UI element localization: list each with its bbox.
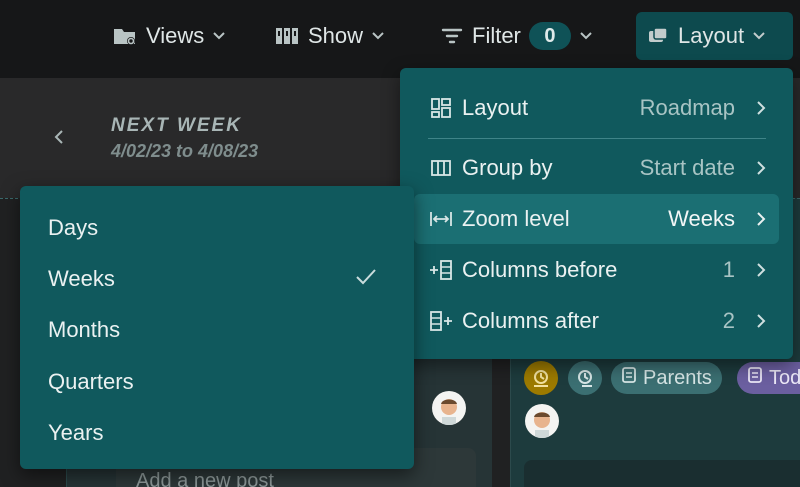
zoom-option-days[interactable]: Days xyxy=(48,215,98,241)
menu-item-group-by[interactable]: Group by Start date xyxy=(414,143,779,193)
post-card[interactable] xyxy=(524,460,800,487)
add-column-before-icon xyxy=(424,259,458,281)
menu-divider xyxy=(428,138,766,139)
chevron-right-icon xyxy=(751,100,771,116)
chevron-right-icon xyxy=(751,262,771,278)
layout-grid-icon xyxy=(424,97,458,119)
document-icon xyxy=(747,366,763,390)
show-label: Show xyxy=(308,23,364,48)
chevron-down-icon xyxy=(579,31,593,41)
views-label: Views xyxy=(146,23,205,48)
menu-item-label: Columns after xyxy=(462,308,599,333)
add-post-input[interactable]: Add a new post xyxy=(136,470,274,487)
filter-count-badge: 0 xyxy=(528,22,571,50)
layout-icon xyxy=(646,25,670,47)
todo-chip-label: Tod xyxy=(769,366,800,389)
avatar[interactable] xyxy=(432,391,466,425)
chevron-right-icon xyxy=(751,211,771,227)
menu-item-label: Group by xyxy=(462,155,553,180)
menu-item-zoom-level[interactable]: Zoom level Weeks xyxy=(414,194,779,244)
document-icon xyxy=(621,366,637,390)
parents-chip[interactable]: Parents xyxy=(611,362,722,394)
menu-item-value: Weeks xyxy=(668,206,735,231)
menu-item-label: Layout xyxy=(462,95,529,120)
parents-chip-label: Parents xyxy=(643,366,712,389)
folder-gear-icon xyxy=(112,24,138,48)
menu-item-value: 1 xyxy=(722,257,735,282)
layout-label: Layout xyxy=(678,23,745,48)
show-button[interactable]: Show xyxy=(264,12,395,60)
menu-item-value: Start date xyxy=(639,155,735,180)
add-column-after-icon xyxy=(424,310,458,332)
chevron-down-icon xyxy=(752,31,766,41)
filter-button[interactable]: Filter 0 xyxy=(430,12,603,60)
menu-item-label: Zoom level xyxy=(462,206,570,231)
zoom-option-years[interactable]: Years xyxy=(48,420,103,446)
zoom-option-weeks[interactable]: Weeks xyxy=(48,266,115,292)
checkmark-icon xyxy=(354,266,378,293)
chevron-down-icon xyxy=(212,31,226,41)
timer-start-icon[interactable] xyxy=(524,361,558,395)
chevron-down-icon xyxy=(371,31,385,41)
chevron-right-icon xyxy=(751,160,771,176)
filter-icon xyxy=(440,25,464,47)
chevron-left-icon[interactable] xyxy=(52,128,66,151)
zoom-width-icon xyxy=(424,208,458,230)
week-title: NEXT WEEK xyxy=(111,115,242,136)
todo-chip[interactable]: Tod xyxy=(737,362,800,394)
menu-item-layout[interactable]: Layout Roadmap xyxy=(414,83,779,133)
timer-end-icon[interactable] xyxy=(568,361,602,395)
menu-item-value: Roadmap xyxy=(639,95,735,120)
filter-label: Filter xyxy=(472,23,521,48)
zoom-option-months[interactable]: Months xyxy=(48,317,120,343)
menu-item-columns-after[interactable]: Columns after 2 xyxy=(414,296,779,346)
layout-button[interactable]: Layout xyxy=(636,12,793,60)
week-date-range: 4/02/23 to 4/08/23 xyxy=(111,141,259,161)
columns-icon xyxy=(424,157,458,179)
avatar[interactable] xyxy=(525,404,559,438)
views-button[interactable]: Views xyxy=(102,12,236,60)
chevron-right-icon xyxy=(751,313,771,329)
zoom-option-quarters[interactable]: Quarters xyxy=(48,369,134,395)
books-icon xyxy=(274,24,300,48)
menu-item-value: 2 xyxy=(722,308,735,333)
menu-item-label: Columns before xyxy=(462,257,618,282)
menu-item-columns-before[interactable]: Columns before 1 xyxy=(414,245,779,295)
